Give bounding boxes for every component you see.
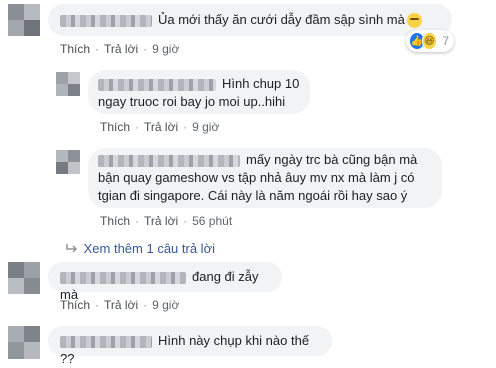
- timestamp[interactable]: 9 giờ: [192, 120, 219, 134]
- comment-bubble: Hình này chụp khi nào thế ??: [48, 326, 332, 366]
- reactions-summary[interactable]: 👍 😆 7: [406, 30, 454, 52]
- like-link[interactable]: Thích: [100, 120, 130, 134]
- timestamp[interactable]: 9 giờ: [152, 42, 179, 56]
- avatar[interactable]: [56, 72, 80, 96]
- author-name[interactable]: [60, 14, 152, 27]
- reply-bubble: Hình chup 10 ngay truoc roi bay jo moi u…: [88, 70, 310, 114]
- see-more-label: Xem thêm 1 câu trả lời: [83, 241, 215, 256]
- comment-actions: Thích · Trả lời · 9 giờ: [60, 298, 180, 312]
- avatar[interactable]: [56, 150, 80, 174]
- see-more-replies-link[interactable]: Xem thêm 1 câu trả lời: [66, 241, 215, 256]
- comment-text: Ủa mới thấy ăn cưới dẫy đầm sập sình mà: [158, 12, 405, 27]
- timestamp[interactable]: 9 giờ: [152, 298, 179, 312]
- like-link[interactable]: Thích: [60, 42, 90, 56]
- author-name[interactable]: [98, 154, 240, 167]
- haha-icon: 😆: [421, 32, 438, 50]
- timestamp[interactable]: 56 phút: [192, 214, 232, 228]
- like-link[interactable]: Thích: [100, 214, 130, 228]
- reply-actions: Thích · Trả lời · 56 phút: [100, 214, 233, 228]
- avatar[interactable]: [8, 326, 40, 359]
- confused-face-icon: [406, 13, 422, 29]
- author-name[interactable]: [60, 271, 186, 284]
- reply-link[interactable]: Trả lời: [104, 42, 138, 56]
- reaction-count: 7: [442, 34, 449, 48]
- reply-link[interactable]: Trả lời: [144, 214, 178, 228]
- like-link[interactable]: Thích: [60, 298, 90, 312]
- reply-arrow-icon: [66, 241, 80, 256]
- reply-actions: Thích · Trả lời · 9 giờ: [100, 120, 220, 134]
- reply-bubble: mấy ngày trc bà cũng bận mà bận quay gam…: [88, 148, 442, 208]
- reply-link[interactable]: Trả lời: [144, 120, 178, 134]
- avatar[interactable]: [8, 4, 40, 36]
- author-name[interactable]: [60, 335, 152, 348]
- author-name[interactable]: [98, 78, 216, 91]
- avatar[interactable]: [8, 262, 40, 294]
- comment-bubble: Ủa mới thấy ăn cưới dẫy đầm sập sình mà: [48, 4, 452, 36]
- comment-actions: Thích · Trả lời · 9 giờ: [60, 42, 180, 56]
- comment-bubble: đang đi zẫy mà: [48, 262, 282, 302]
- reply-link[interactable]: Trả lời: [104, 298, 138, 312]
